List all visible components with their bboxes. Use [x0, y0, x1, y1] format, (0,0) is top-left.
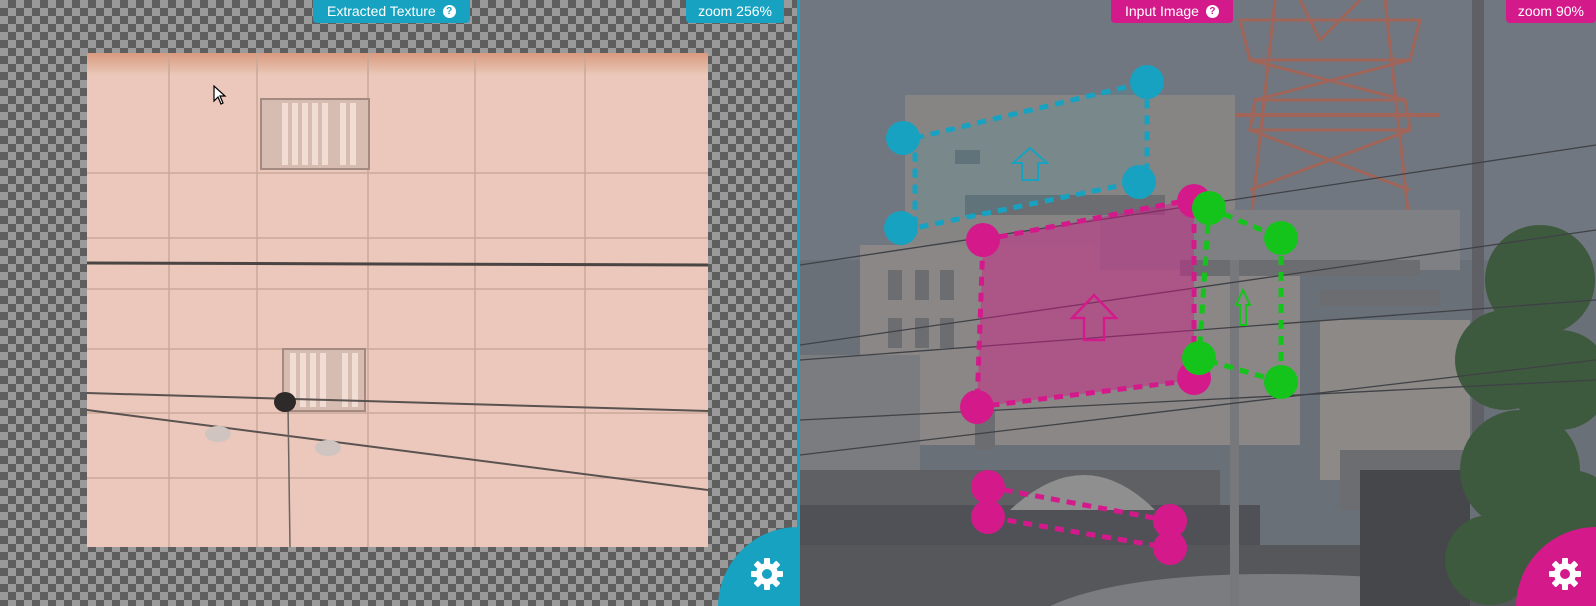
- green-handle[interactable]: [1192, 191, 1226, 225]
- help-icon[interactable]: ?: [1205, 5, 1219, 18]
- help-icon[interactable]: ?: [442, 5, 456, 18]
- green-handle[interactable]: [1264, 221, 1298, 255]
- input-zoom-label: zoom 90%: [1505, 0, 1596, 23]
- cyan-handle[interactable]: [886, 121, 920, 155]
- magenta-handle[interactable]: [971, 470, 1005, 504]
- cyan-handle[interactable]: [1130, 65, 1164, 99]
- green-handle[interactable]: [1264, 365, 1298, 399]
- magenta-handle[interactable]: [971, 500, 1005, 534]
- texture-settings-button[interactable]: [718, 527, 798, 606]
- input-image-title: Input Image ?: [1111, 0, 1233, 23]
- green-handle[interactable]: [1182, 341, 1216, 375]
- gear-icon: [1549, 558, 1581, 590]
- arrow-cursor-icon: [213, 85, 227, 105]
- input-image-panel: Input Image ? zoom 90%: [800, 0, 1596, 606]
- input-image-canvas[interactable]: [800, 0, 1596, 606]
- magenta-handle[interactable]: [960, 390, 994, 424]
- magenta-handle[interactable]: [1153, 531, 1187, 565]
- cyan-handle[interactable]: [1122, 165, 1156, 199]
- magenta-handle[interactable]: [966, 223, 1000, 257]
- extracted-texture-image[interactable]: [87, 53, 708, 547]
- gear-icon: [751, 558, 783, 590]
- extracted-texture-panel: Extracted Texture ? zoom 256%: [0, 0, 798, 606]
- cyan-handle[interactable]: [884, 211, 918, 245]
- extracted-texture-title: Extracted Texture ?: [313, 0, 470, 23]
- texture-zoom-label: zoom 256%: [686, 0, 784, 23]
